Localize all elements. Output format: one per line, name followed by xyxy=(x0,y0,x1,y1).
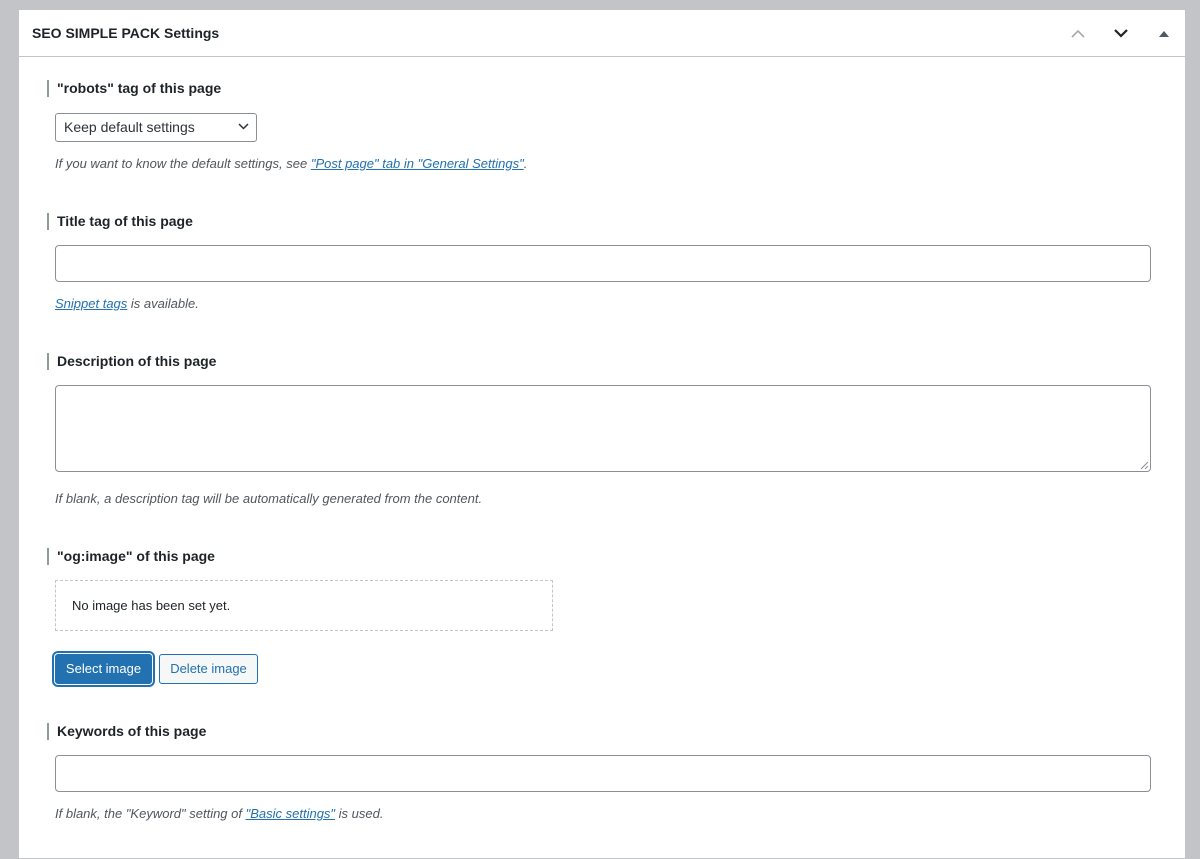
triangle-up-icon xyxy=(1158,30,1169,37)
title-tag-help-text: is available. xyxy=(127,296,199,311)
robots-select-value: Keep default settings xyxy=(64,119,195,135)
title-tag-label: Title tag of this page xyxy=(47,213,193,230)
snippet-tags-link[interactable]: Snippet tags xyxy=(55,296,127,311)
chevron-down-icon xyxy=(1113,29,1128,38)
description-help: If blank, a description tag will be auto… xyxy=(55,491,483,506)
og-image-empty-text: No image has been set yet. xyxy=(72,598,231,613)
robots-label: "robots" tag of this page xyxy=(47,80,221,97)
robots-field: "robots" tag of this page xyxy=(47,80,221,97)
robots-select[interactable]: Keep default settings xyxy=(55,113,257,142)
keywords-help-text: If blank, the "Keyword" setting of xyxy=(55,806,246,821)
toggle-panel-button[interactable] xyxy=(1142,10,1185,57)
keywords-help-suffix: is used. xyxy=(335,806,384,821)
robots-help: If you want to know the default settings… xyxy=(55,156,527,172)
keywords-help: If blank, the "Keyword" setting of "Basi… xyxy=(55,806,383,822)
og-image-field: "og:image" of this page xyxy=(47,548,215,565)
description-field: Description of this page xyxy=(47,353,216,370)
keywords-label: Keywords of this page xyxy=(47,723,206,740)
select-image-button[interactable]: Select image xyxy=(55,654,152,684)
panel-header-actions xyxy=(1056,10,1185,57)
panel-header: SEO SIMPLE PACK Settings xyxy=(19,10,1185,57)
chevron-up-icon xyxy=(1070,29,1085,38)
robots-help-text: If you want to know the default settings… xyxy=(55,156,311,171)
title-tag-help: Snippet tags is available. xyxy=(55,296,199,312)
seo-settings-panel: SEO SIMPLE PACK Settings "robots" tag of… xyxy=(18,9,1186,859)
resize-grip-icon[interactable] xyxy=(1140,461,1149,470)
move-down-button[interactable] xyxy=(1099,10,1142,57)
title-tag-input[interactable] xyxy=(55,245,1151,282)
chevron-down-icon xyxy=(238,123,249,130)
robots-help-suffix: . xyxy=(523,156,528,171)
delete-image-button[interactable]: Delete image xyxy=(159,654,258,684)
keywords-field: Keywords of this page xyxy=(47,723,206,740)
description-label: Description of this page xyxy=(47,353,216,370)
og-image-label: "og:image" of this page xyxy=(47,548,215,565)
description-textarea[interactable] xyxy=(55,385,1151,472)
og-image-preview: No image has been set yet. xyxy=(55,580,553,631)
move-up-button[interactable] xyxy=(1056,10,1099,57)
general-settings-link[interactable]: "Post page" tab in "General Settings" xyxy=(311,156,524,171)
panel-title: SEO SIMPLE PACK Settings xyxy=(32,25,220,41)
title-tag-field: Title tag of this page xyxy=(47,213,193,230)
keywords-input[interactable] xyxy=(55,755,1151,792)
basic-settings-link[interactable]: "Basic settings" xyxy=(246,806,335,821)
